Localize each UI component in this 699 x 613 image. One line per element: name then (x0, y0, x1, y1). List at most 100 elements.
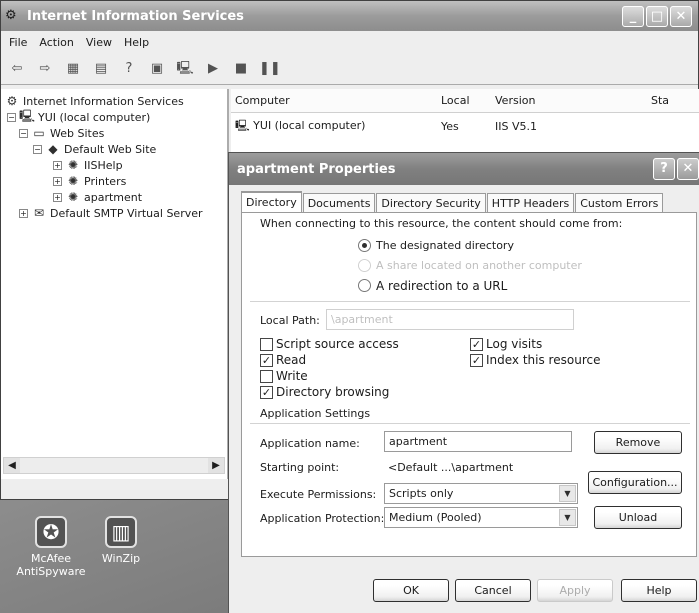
checkbox-directory-browsing[interactable]: ✓ (260, 386, 273, 399)
collapse-icon[interactable]: − (7, 112, 16, 122)
table-row[interactable]: 🖳 YUI (local computer) Yes IIS V5.1 (231, 117, 699, 135)
tree-label: Web Sites (50, 126, 105, 140)
iis-app-icon: ⚙ (5, 8, 17, 23)
content-source-intro: When connecting to this resource, the co… (260, 217, 623, 230)
play-icon[interactable]: ▶ (203, 59, 223, 79)
virtual-directory-icon: ✺ (67, 190, 79, 204)
menu-view[interactable]: View (82, 36, 120, 49)
column-header-computer[interactable]: Computer (231, 94, 441, 107)
local-path-field[interactable]: \apartment (326, 309, 574, 330)
column-header-version[interactable]: Version (495, 94, 651, 107)
chevron-down-icon[interactable]: ▼ (559, 485, 576, 502)
virtual-directory-icon: ✺ (67, 174, 79, 188)
web-site-icon: ◆ (48, 142, 58, 156)
close-icon[interactable]: ✕ (670, 5, 692, 27)
tab-http-headers[interactable]: HTTP Headers (486, 193, 575, 212)
menu-file[interactable]: File (5, 36, 35, 49)
local-path-label: Local Path: (260, 314, 320, 327)
radio-label-designated-directory: The designated directory (376, 239, 514, 252)
iis-titlebar[interactable]: ⚙ Internet Information Services _ □ ✕ (1, 1, 698, 31)
help-icon[interactable]: ? (119, 59, 139, 79)
remove-button[interactable]: Remove (594, 431, 682, 454)
radio-share[interactable] (358, 259, 371, 272)
tree-label: IISHelp (84, 158, 123, 172)
desktop-icon-mcafee[interactable]: ✪ McAfee AntiSpyware (16, 516, 86, 578)
expand-icon[interactable]: + (19, 208, 28, 218)
tree-item-smtp[interactable]: + ✉ Default SMTP Virtual Server (19, 205, 203, 221)
app-name-label: Application name: (260, 437, 360, 450)
dialog-titlebar[interactable]: apartment Properties ? ✕ (229, 153, 699, 185)
checkbox-write[interactable] (260, 370, 273, 383)
expand-icon[interactable]: + (53, 192, 62, 202)
stop-icon[interactable]: ■ (231, 59, 251, 79)
ok-button[interactable]: OK (373, 579, 449, 602)
checkbox-script-source-access[interactable] (260, 338, 273, 351)
checkbox-log-visits[interactable]: ✓ (470, 338, 483, 351)
tree-item-web-sites[interactable]: − ▭ Web Sites (19, 125, 104, 141)
desktop-icon-winzip[interactable]: ▥ WinZip (86, 516, 156, 565)
tab-panel-directory: When connecting to this resource, the co… (241, 212, 697, 557)
menu-help[interactable]: Help (120, 36, 157, 49)
tree-label: Default Web Site (64, 142, 157, 156)
toolbar: ⇦ ⇨ ▦ ▤ ? ▣ 🖳 ▶ ■ ❚❚ (1, 53, 698, 85)
tree-item-default-web-site[interactable]: − ◆ Default Web Site (33, 141, 156, 157)
cell-version: IIS V5.1 (495, 119, 537, 133)
pause-icon[interactable]: ❚❚ (259, 59, 281, 79)
scroll-left-icon[interactable]: ◀ (4, 458, 20, 473)
tree-label: apartment (84, 190, 143, 204)
tree-horizontal-scrollbar[interactable]: ◀ ▶ (3, 457, 225, 474)
expand-icon[interactable]: + (53, 176, 62, 186)
console-tree-icon[interactable]: ▦ (63, 59, 83, 79)
export-list-icon[interactable]: ▣ (147, 59, 167, 79)
cancel-button[interactable]: Cancel (455, 579, 531, 602)
virtual-directory-icon: ✺ (67, 158, 79, 172)
list-header: Computer Local Version Sta (231, 89, 699, 113)
tree-item-computer[interactable]: − 🖳 YUI (local computer) (7, 109, 150, 125)
tab-strip: Directory Documents Directory Security H… (241, 191, 664, 212)
tree-label: Internet Information Services (23, 94, 184, 108)
execute-permissions-select[interactable]: Scripts only ▼ (384, 483, 578, 504)
configuration-button[interactable]: Configuration... (588, 471, 682, 494)
collapse-icon[interactable]: − (33, 144, 42, 154)
execute-permissions-value: Scripts only (389, 487, 454, 500)
help-icon[interactable]: ? (653, 158, 675, 180)
help-button[interactable]: Help (621, 579, 697, 602)
mcafee-icon: ✪ (35, 516, 67, 548)
chevron-down-icon[interactable]: ▼ (559, 509, 576, 526)
scroll-right-icon[interactable]: ▶ (208, 458, 224, 473)
tree-item-iishelp[interactable]: + ✺ IISHelp (53, 157, 123, 173)
tab-documents[interactable]: Documents (302, 193, 376, 212)
divider (250, 301, 690, 302)
computer-icon[interactable]: 🖳 (175, 59, 195, 79)
radio-redirection-url[interactable] (358, 279, 371, 292)
tab-custom-errors[interactable]: Custom Errors (575, 193, 664, 212)
radio-designated-directory[interactable] (358, 239, 371, 252)
tab-directory[interactable]: Directory (241, 191, 302, 212)
checkbox-read[interactable]: ✓ (260, 354, 273, 367)
collapse-icon[interactable]: − (19, 128, 28, 138)
starting-point-label: Starting point: (260, 461, 340, 474)
minimize-icon[interactable]: _ (622, 5, 644, 27)
checkbox-label-script-source-access: Script source access (276, 337, 399, 351)
checkbox-index-resource[interactable]: ✓ (470, 354, 483, 367)
checkbox-label-log-visits: Log visits (486, 337, 543, 351)
back-arrow-icon[interactable]: ⇦ (7, 59, 27, 79)
column-header-status[interactable]: Sta (651, 94, 691, 107)
cell-computer-text: YUI (local computer) (253, 118, 366, 132)
column-header-local[interactable]: Local (441, 94, 495, 107)
menu-action[interactable]: Action (35, 36, 81, 49)
tab-directory-security[interactable]: Directory Security (376, 193, 486, 212)
tree-item-apartment[interactable]: + ✺ apartment (53, 189, 142, 205)
apply-button[interactable]: Apply (537, 579, 613, 602)
properties-icon[interactable]: ▤ (91, 59, 111, 79)
maximize-icon[interactable]: □ (646, 5, 668, 27)
menubar: File Action View Help (1, 31, 698, 53)
forward-arrow-icon[interactable]: ⇨ (35, 59, 55, 79)
close-icon[interactable]: ✕ (677, 158, 699, 180)
tree-item-printers[interactable]: + ✺ Printers (53, 173, 126, 189)
app-name-field[interactable]: apartment (384, 431, 572, 452)
expand-icon[interactable]: + (53, 160, 62, 170)
unload-button[interactable]: Unload (594, 506, 682, 529)
application-protection-select[interactable]: Medium (Pooled) ▼ (384, 507, 578, 528)
execute-permissions-label: Execute Permissions: (260, 488, 377, 501)
